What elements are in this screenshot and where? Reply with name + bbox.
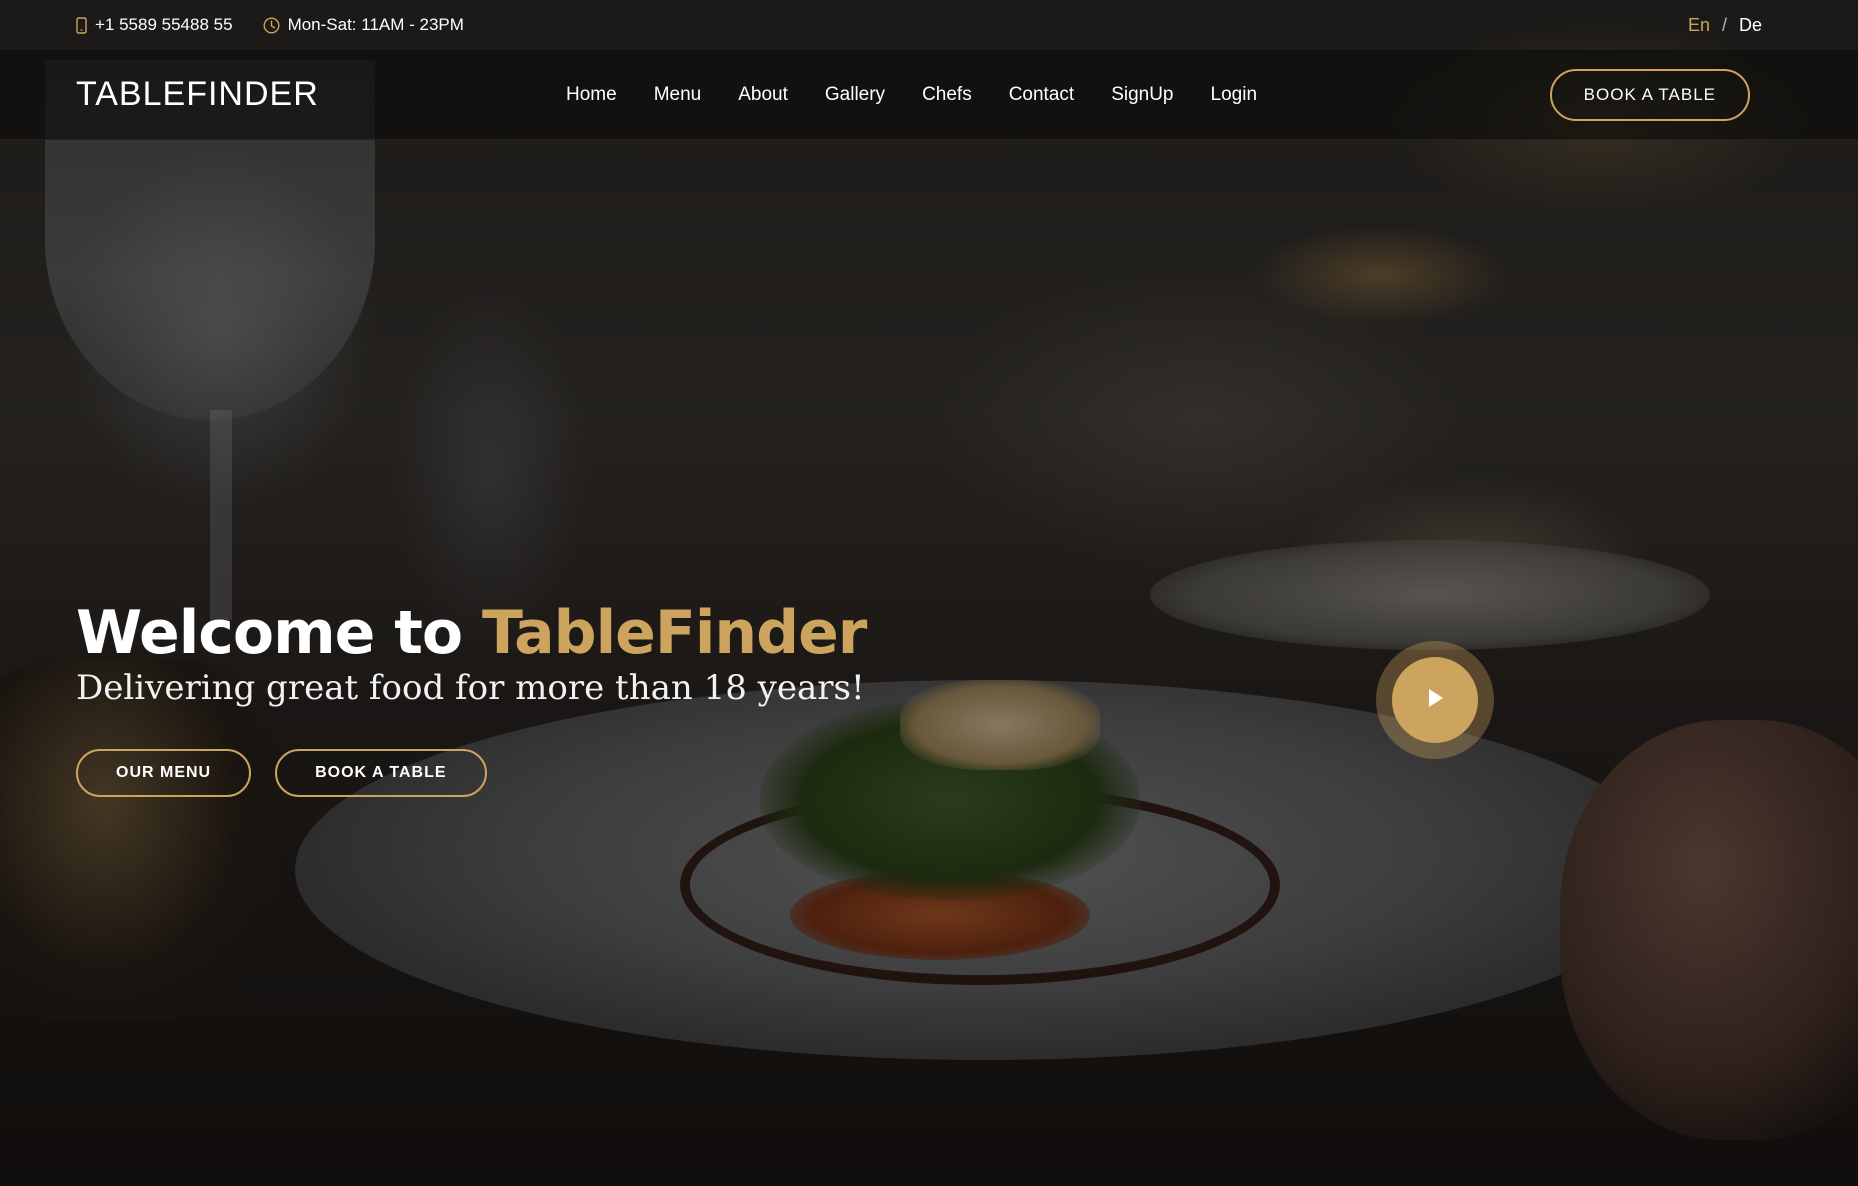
book-a-table-button[interactable]: BOOK A TABLE xyxy=(1549,68,1750,121)
hero-book-a-table-button[interactable]: BOOK A TABLE xyxy=(275,749,487,797)
opening-hours: Mon-Sat: 11AM - 23PM xyxy=(263,15,464,35)
nav-link-contact[interactable]: Contact xyxy=(1009,84,1074,106)
hero-section: +1 5589 55488 55 Mon-Sat: 11AM - 23PM En… xyxy=(0,0,1858,1186)
play-button-circle[interactable] xyxy=(1392,657,1478,743)
our-menu-button[interactable]: OUR MENU xyxy=(76,749,252,797)
mobile-phone-icon xyxy=(76,16,87,34)
nav-link-login[interactable]: Login xyxy=(1211,84,1258,106)
language-separator: / xyxy=(1721,14,1727,35)
play-icon xyxy=(1424,686,1446,715)
hero-title-brand: TableFinder xyxy=(481,598,867,668)
clock-icon xyxy=(263,16,280,34)
hero-dark-overlay xyxy=(0,0,1858,1186)
nav-link-chefs[interactable]: Chefs xyxy=(922,84,972,106)
nav-link-home[interactable]: Home xyxy=(566,84,617,106)
top-bar: +1 5589 55488 55 Mon-Sat: 11AM - 23PM En… xyxy=(0,0,1858,50)
language-switcher: En / De xyxy=(1688,15,1762,36)
language-en[interactable]: En xyxy=(1688,15,1710,36)
phone-contact[interactable]: +1 5589 55488 55 xyxy=(76,15,233,35)
language-de[interactable]: De xyxy=(1739,15,1762,36)
nav-link-signup[interactable]: SignUp xyxy=(1111,84,1173,106)
play-video-button[interactable] xyxy=(1376,641,1494,759)
main-navigation: Home Menu About Gallery Chefs Contact Si… xyxy=(566,84,1294,106)
hero-title-prefix: Welcome to xyxy=(76,598,482,668)
hero-subtitle: Delivering great food for more than 18 y… xyxy=(76,668,865,708)
hero-buttons: OUR MENU BOOK A TABLE xyxy=(76,749,511,797)
hours-text: Mon-Sat: 11AM - 23PM xyxy=(287,15,464,34)
nav-link-menu[interactable]: Menu xyxy=(654,84,702,106)
site-header: TABLEFINDER Home Menu About Gallery Chef… xyxy=(0,50,1858,140)
hero-title: Welcome to TableFinder xyxy=(76,598,867,668)
nav-link-gallery[interactable]: Gallery xyxy=(825,84,885,106)
site-logo[interactable]: TABLEFINDER xyxy=(76,75,566,114)
nav-link-about[interactable]: About xyxy=(738,84,788,106)
phone-number: +1 5589 55488 55 xyxy=(95,15,233,34)
